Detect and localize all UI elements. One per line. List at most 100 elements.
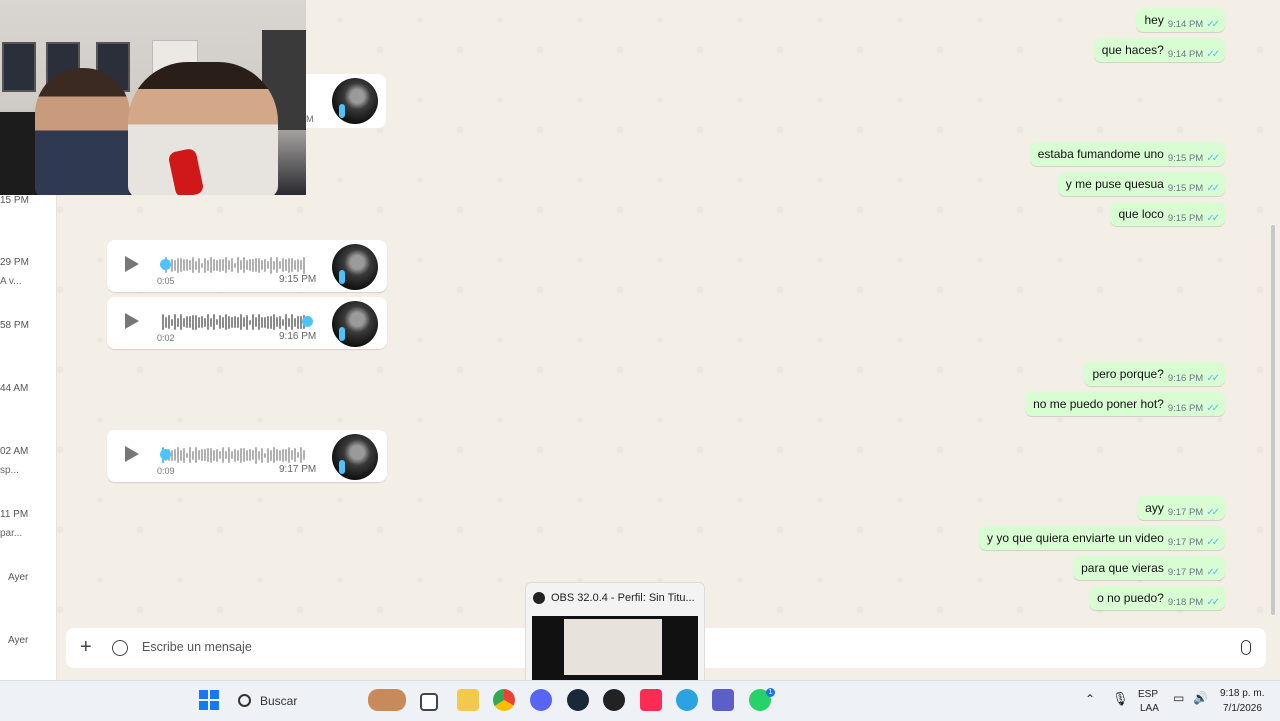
message-time: 9:18 PM bbox=[1167, 596, 1204, 608]
outgoing-message[interactable]: pero porque? 9:16 PM ✓✓ bbox=[1084, 362, 1225, 386]
obs-taskbar-preview[interactable]: OBS 32.0.4 - Perfil: Sin Titu... bbox=[525, 582, 705, 684]
waveform-bar bbox=[219, 258, 221, 272]
voice-record-icon[interactable] bbox=[1241, 640, 1251, 655]
waveform-bar bbox=[180, 314, 182, 330]
outgoing-message[interactable]: que haces? 9:14 PM ✓✓ bbox=[1093, 38, 1225, 62]
chat-list-snippet: A v... bbox=[0, 276, 22, 287]
outgoing-message[interactable]: hey 9:14 PM ✓✓ bbox=[1136, 8, 1225, 32]
waveform-bar bbox=[249, 449, 251, 461]
waveform-bar bbox=[276, 317, 278, 327]
waveform-bar bbox=[180, 258, 182, 272]
play-icon[interactable] bbox=[125, 313, 139, 329]
waveform-bar bbox=[204, 317, 206, 327]
outgoing-message[interactable]: estaba fumandome uno 9:15 PM ✓✓ bbox=[1029, 142, 1225, 166]
network-icon[interactable]: ▭ bbox=[1173, 691, 1184, 705]
play-icon[interactable] bbox=[125, 256, 139, 272]
volume-icon[interactable]: 🔊 bbox=[1193, 691, 1208, 705]
playback-dot[interactable] bbox=[302, 316, 313, 327]
playback-dot[interactable] bbox=[160, 449, 171, 460]
waveform-bar bbox=[210, 447, 212, 463]
clock-time[interactable]: 9:18 p. m. bbox=[1220, 688, 1264, 699]
voice-duration: 0:05 bbox=[157, 276, 175, 286]
message-time: 9:14 PM bbox=[1167, 48, 1204, 60]
read-ticks-icon: ✓✓ bbox=[1206, 212, 1220, 224]
obs-icon[interactable] bbox=[603, 689, 625, 711]
waveform-bar bbox=[177, 447, 179, 463]
message-input[interactable]: Escribe un mensaje bbox=[142, 640, 252, 654]
obs-window-thumbnail[interactable] bbox=[532, 616, 698, 680]
waveform-bar bbox=[219, 315, 221, 329]
taskbar-search[interactable]: Buscar bbox=[230, 687, 410, 715]
waveform-bar bbox=[171, 258, 173, 272]
waveform-bar bbox=[267, 447, 269, 463]
tiktok-icon[interactable] bbox=[640, 689, 662, 711]
outgoing-message[interactable]: o no puedo? 9:18 PM ✓✓ bbox=[1089, 586, 1225, 610]
waveform-bar bbox=[243, 257, 245, 273]
waveform-bar bbox=[216, 259, 218, 271]
waveform-bar bbox=[240, 447, 242, 463]
outgoing-message[interactable]: para que vieras 9:17 PM ✓✓ bbox=[1073, 556, 1225, 580]
chat-scrollbar[interactable] bbox=[1271, 225, 1275, 615]
language-bottom[interactable]: LAA bbox=[1140, 703, 1159, 714]
waveform-bar bbox=[300, 447, 302, 463]
waveform-bar bbox=[186, 316, 188, 328]
waveform-bar bbox=[183, 259, 185, 271]
outgoing-message[interactable]: que loco 9:15 PM ✓✓ bbox=[1110, 202, 1225, 226]
outgoing-message[interactable]: no me puedo poner hot? 9:16 PM ✓✓ bbox=[1025, 392, 1225, 416]
obs-icon bbox=[533, 592, 545, 604]
message-time: 9:17 PM bbox=[1167, 506, 1204, 518]
sticker-icon[interactable] bbox=[112, 640, 128, 656]
message-time: 9:14 PM bbox=[1167, 18, 1204, 30]
show-hidden-icons-icon[interactable]: ⌃ bbox=[1085, 692, 1095, 706]
attach-plus-icon[interactable]: + bbox=[80, 636, 92, 659]
waveform-bar bbox=[171, 449, 173, 461]
file-explorer-icon[interactable] bbox=[457, 689, 479, 711]
search-label: Buscar bbox=[260, 694, 298, 708]
voice-note[interactable]: 0:09 9:17 PM bbox=[107, 430, 387, 482]
waveform-bar bbox=[201, 262, 203, 268]
voice-note[interactable]: 0:05 9:15 PM bbox=[107, 240, 387, 292]
waveform-bar bbox=[201, 449, 203, 461]
waveform-bar bbox=[174, 449, 176, 461]
waveform-bar bbox=[240, 314, 242, 330]
playback-dot[interactable] bbox=[160, 259, 171, 270]
waveform-bar bbox=[267, 315, 269, 329]
waveform-bar bbox=[270, 449, 272, 461]
telegram-icon[interactable] bbox=[676, 689, 698, 711]
chat-list-time: 44 AM bbox=[0, 383, 29, 394]
outgoing-message[interactable]: ayy 9:17 PM ✓✓ bbox=[1137, 496, 1225, 520]
waveform-bar bbox=[189, 316, 191, 328]
waveform-bar bbox=[234, 448, 236, 462]
outgoing-message[interactable]: y yo que quiera enviarte un video 9:17 P… bbox=[979, 526, 1225, 550]
message-time: 9:16 PM bbox=[1167, 402, 1204, 414]
discord-icon[interactable] bbox=[530, 689, 552, 711]
voice-note[interactable]: 0:02 9:16 PM bbox=[107, 297, 387, 349]
play-icon[interactable] bbox=[125, 446, 139, 462]
teams-icon[interactable] bbox=[712, 689, 734, 711]
message-time: 9:17 PM bbox=[1167, 536, 1204, 548]
waveform-bar bbox=[177, 257, 179, 273]
waveform-bar bbox=[165, 316, 167, 328]
chat-list-snippet: sp... bbox=[0, 465, 19, 476]
read-ticks-icon: ✓✓ bbox=[1206, 402, 1220, 414]
read-ticks-icon: ✓✓ bbox=[1206, 372, 1220, 384]
webcam-overlay bbox=[0, 0, 306, 195]
waveform-bar bbox=[255, 317, 257, 327]
task-view-icon[interactable] bbox=[420, 693, 438, 711]
message-text: y me puse quesua bbox=[1065, 177, 1164, 191]
voice-note-fragment[interactable] bbox=[306, 74, 386, 128]
waveform-bar bbox=[198, 316, 200, 328]
waveform-bar bbox=[243, 448, 245, 462]
waveform-bar bbox=[273, 447, 275, 463]
language-top[interactable]: ESP bbox=[1138, 689, 1158, 700]
chat-list-time: Ayer bbox=[8, 572, 29, 583]
outgoing-message[interactable]: y me puse quesua 9:15 PM ✓✓ bbox=[1057, 172, 1225, 196]
windows-start-icon[interactable] bbox=[198, 689, 220, 711]
clock-date[interactable]: 7/1/2026 bbox=[1223, 703, 1262, 714]
chrome-icon[interactable] bbox=[493, 689, 515, 711]
steam-icon[interactable] bbox=[567, 689, 589, 711]
voice-time: 9:15 PM bbox=[279, 274, 317, 285]
waveform-bar bbox=[258, 257, 260, 273]
microphone-tray-icon[interactable]: 🎙 bbox=[1112, 691, 1129, 707]
waveform-bar bbox=[195, 260, 197, 270]
